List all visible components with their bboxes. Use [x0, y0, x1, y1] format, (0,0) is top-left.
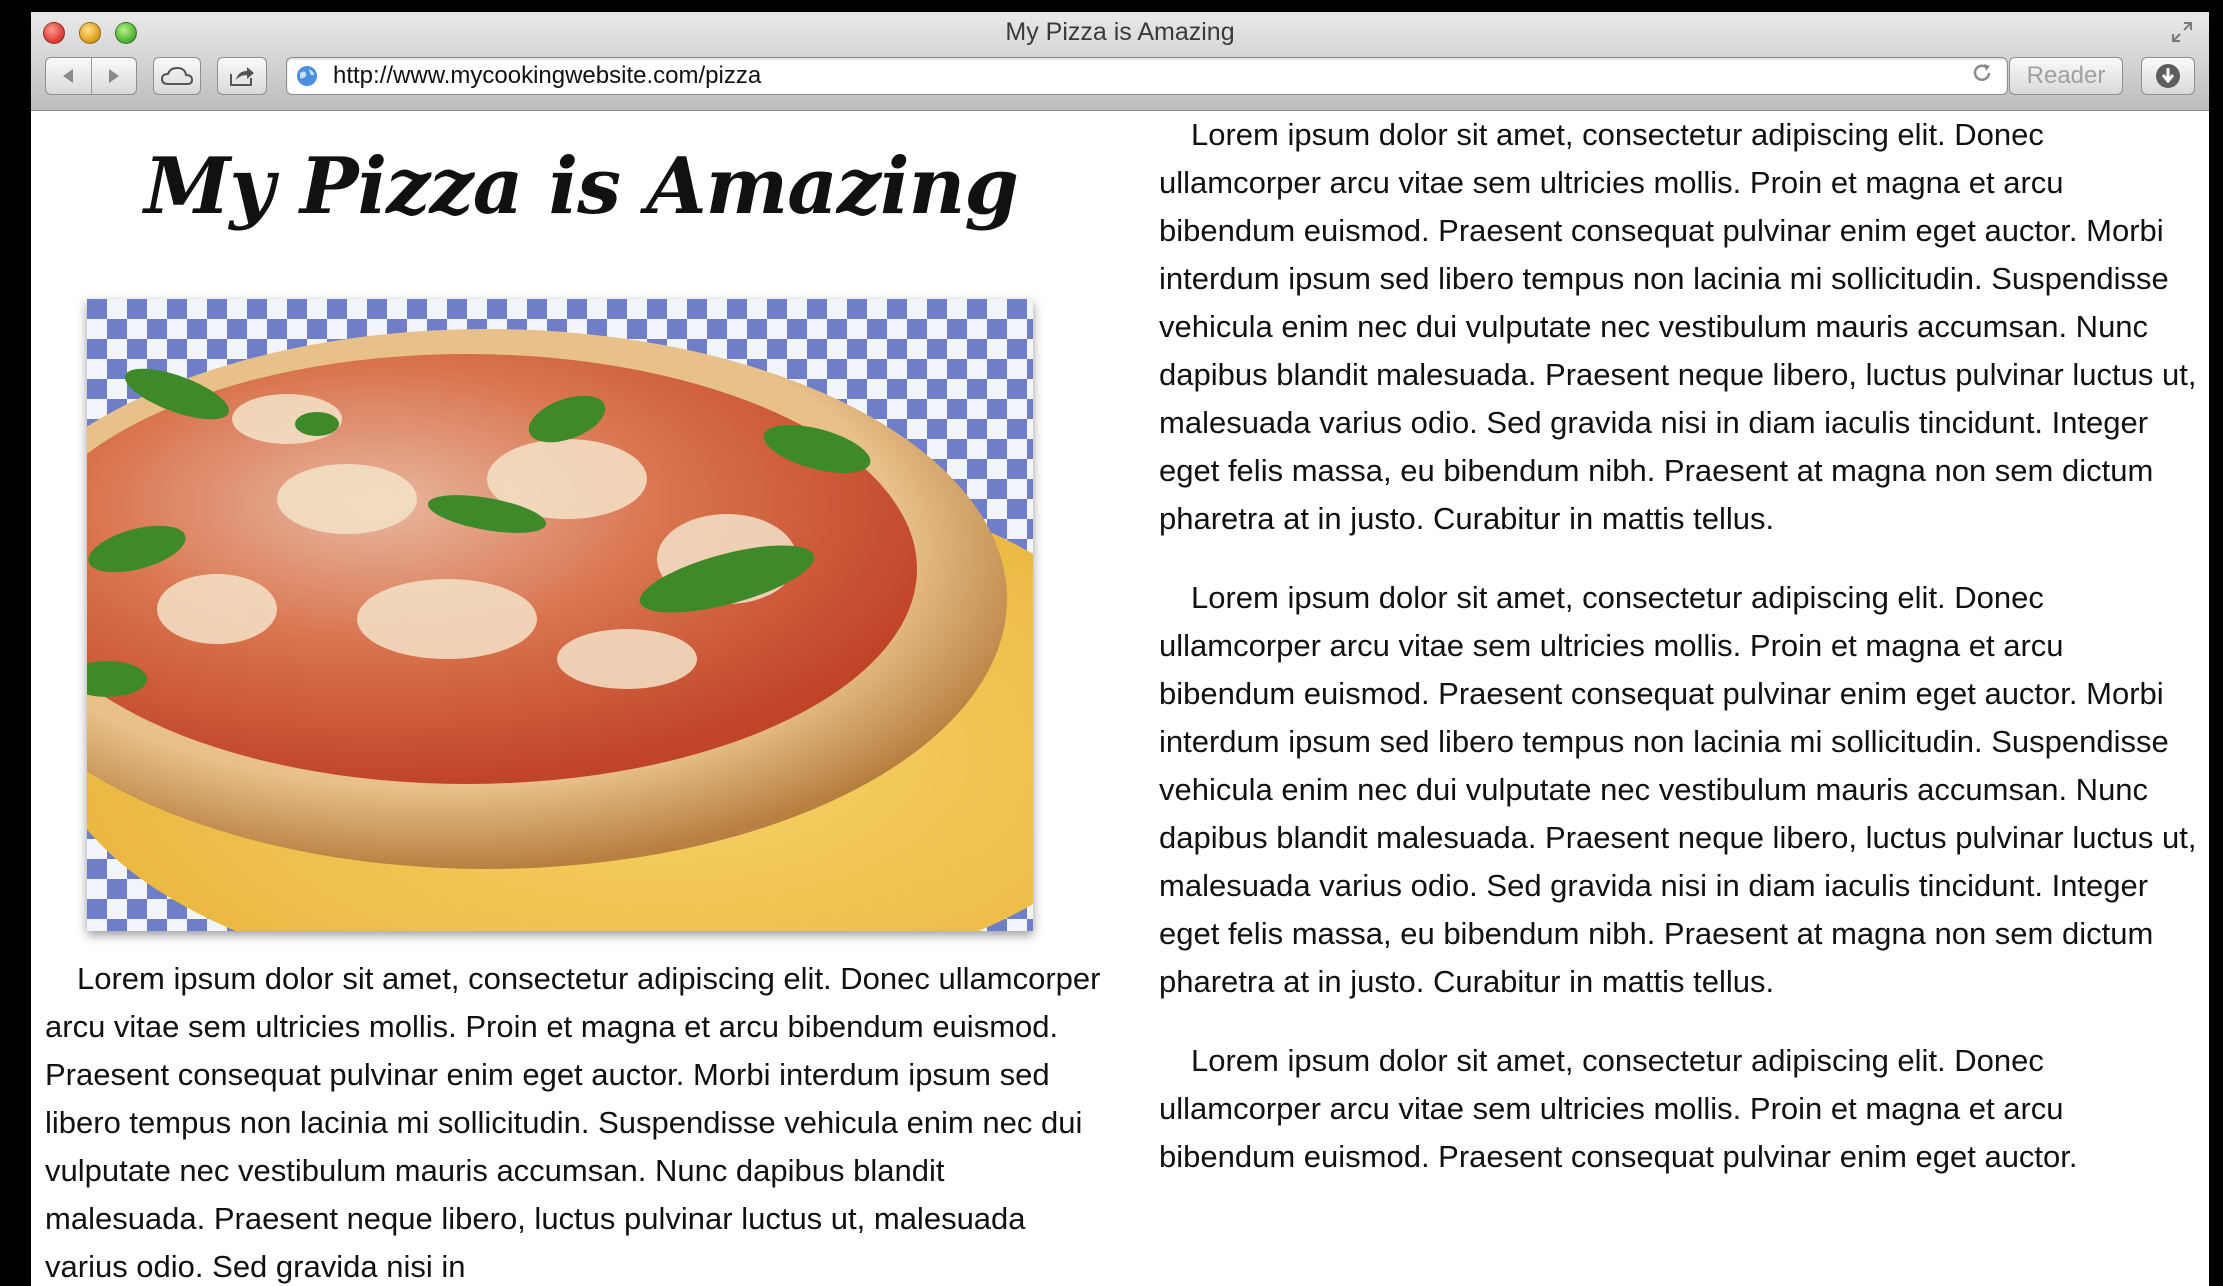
page-title: My Pizza is Amazing: [144, 141, 1019, 232]
fullscreen-icon[interactable]: [2169, 20, 2195, 46]
right-paragraph-1: Lorem ipsum dolor sit amet, consectetur …: [1159, 117, 2197, 536]
title-bar: My Pizza is Amazing http://www.mycooking…: [31, 12, 2209, 111]
download-icon[interactable]: [2141, 57, 2195, 95]
browser-window: My Pizza is Amazing http://www.mycooking…: [31, 12, 2209, 1286]
address-bar[interactable]: http://www.mycookingwebsite.com/pizza: [286, 57, 2008, 95]
pizza-photo: [87, 299, 1033, 931]
window-title: My Pizza is Amazing: [1005, 18, 1235, 46]
web-page: My Pizza is Amazing Lorem ipsum dolor si…: [31, 111, 2209, 1286]
right-column: Lorem ipsum dolor sit amet, consectetur …: [1159, 111, 2204, 1212]
globe-icon: [295, 64, 319, 88]
back-forward-group: [45, 57, 137, 95]
left-paragraph: Lorem ipsum dolor sit amet, consectetur …: [45, 961, 1101, 1284]
share-icon[interactable]: [217, 57, 267, 95]
url-text[interactable]: http://www.mycookingwebsite.com/pizza: [333, 61, 761, 91]
reader-button[interactable]: Reader: [2009, 57, 2123, 95]
reload-icon[interactable]: [1971, 62, 1993, 90]
forward-arrow-icon[interactable]: [90, 58, 137, 94]
right-paragraph-3: Lorem ipsum dolor sit amet, consectetur …: [1159, 1043, 2078, 1174]
back-arrow-icon[interactable]: [46, 58, 91, 94]
right-paragraph-2: Lorem ipsum dolor sit amet, consectetur …: [1159, 580, 2197, 999]
cloud-icon[interactable]: [153, 57, 201, 95]
